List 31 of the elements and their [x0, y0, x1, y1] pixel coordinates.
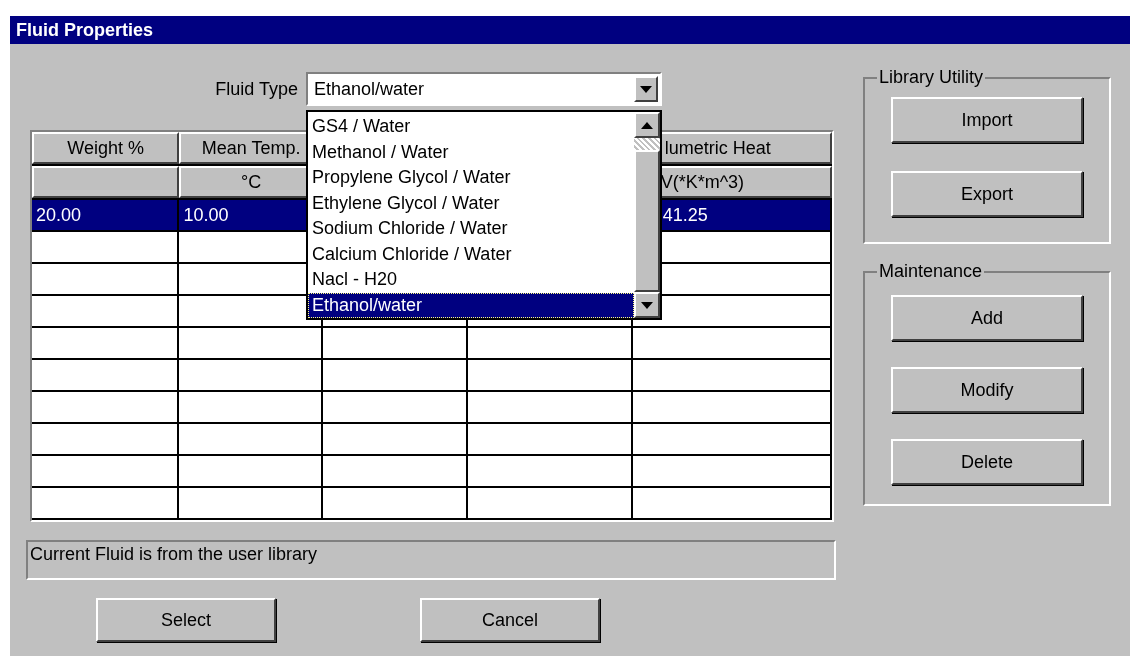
dialog-button[interactable]: Cancel	[420, 598, 600, 642]
scroll-up-button[interactable]	[634, 112, 660, 138]
scroll-thumb[interactable]	[634, 150, 660, 292]
dialog-button[interactable]: Delete	[891, 439, 1083, 485]
dialog-button[interactable]: Import	[891, 97, 1083, 143]
dialog-button[interactable]: Export	[891, 171, 1083, 217]
dropdown-button[interactable]	[634, 76, 658, 102]
down-arrow-icon	[641, 301, 653, 309]
dropdown-option[interactable]: Ethanol/water	[308, 292, 634, 318]
dialog-button[interactable]: Modify	[891, 367, 1083, 413]
table-cell: 20.00	[32, 200, 180, 230]
column-header: Weight %	[32, 132, 180, 164]
fluid-type-dropdown[interactable]: Ethanol/water	[306, 72, 662, 106]
down-arrow-icon	[640, 85, 652, 93]
dropdown-option[interactable]: Ethylene Glycol / Water	[308, 190, 634, 216]
window-title: Fluid Properties	[10, 16, 1130, 44]
dropdown-option[interactable]: GS4 / Water	[308, 114, 634, 140]
dialog-button[interactable]: Add	[891, 295, 1083, 341]
status-field: Current Fluid is from the user library	[26, 540, 836, 580]
scroll-track[interactable]	[634, 138, 660, 150]
dropdown-option[interactable]: Nacl - H20	[308, 267, 634, 293]
dropdown-option[interactable]: Calcium Chloride / Water	[308, 241, 634, 267]
group-title: Library Utility	[878, 66, 985, 89]
scroll-down-button[interactable]	[634, 292, 660, 318]
group-title: Maintenance	[878, 260, 984, 283]
dropdown-option[interactable]: Sodium Chloride / Water	[308, 216, 634, 242]
dropdown-option[interactable]: Propylene Glycol / Water	[308, 165, 634, 191]
dialog-button[interactable]: Select	[96, 598, 276, 642]
field-label: Fluid Type	[215, 77, 298, 101]
up-arrow-icon	[641, 121, 653, 129]
dropdown-option[interactable]: Methanol / Water	[308, 139, 634, 165]
